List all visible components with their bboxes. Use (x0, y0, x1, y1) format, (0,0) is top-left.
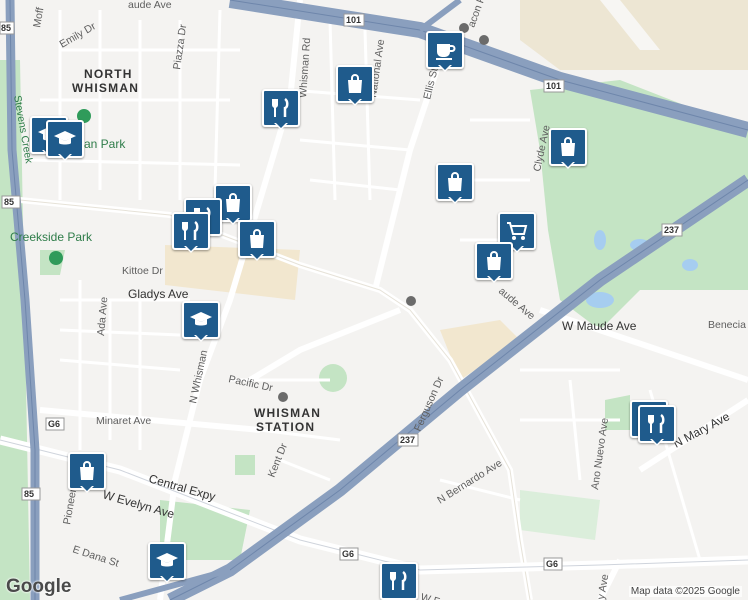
park-label-park: an Park (84, 137, 126, 151)
svg-text:E Dana St: E Dana St (71, 543, 120, 569)
shopping-bag-icon (348, 74, 362, 93)
shopping-pin-7[interactable] (68, 452, 106, 493)
svg-text:Ada Ave: Ada Ave (95, 296, 110, 336)
svg-text:Kittoe Dr: Kittoe Dr (122, 265, 163, 277)
svg-text:85: 85 (1, 23, 11, 33)
area-label-whisman: WHISMAN (72, 81, 139, 95)
svg-text:Moff: Moff (31, 6, 46, 28)
svg-text:G6: G6 (48, 419, 60, 429)
svg-text:237: 237 (664, 225, 679, 235)
svg-text:237: 237 (400, 435, 415, 445)
shopping-pin[interactable] (336, 65, 374, 106)
svg-text:acon Rd: acon Rd (466, 0, 491, 29)
svg-text:W Evelyn Ave: W Evelyn Ave (101, 487, 176, 521)
shopping-bag-icon (448, 172, 462, 191)
shopping-pin-6[interactable] (475, 242, 513, 283)
park-label-creekside: Creekside Park (10, 230, 93, 244)
school-icon (156, 553, 178, 567)
shopping-pin-5[interactable] (238, 220, 276, 261)
svg-text:85: 85 (24, 489, 34, 499)
svg-text:Pioneer: Pioneer (61, 487, 79, 525)
map-canvas[interactable]: 85 101 101 237 237 G6 G6 G6 85 85 NORTH … (0, 0, 748, 600)
svg-text:101: 101 (546, 81, 561, 91)
svg-text:Gladys Ave: Gladys Ave (128, 287, 189, 301)
svg-text:aude Ave: aude Ave (496, 285, 537, 322)
svg-text:G6: G6 (546, 559, 558, 569)
google-logo: Google (6, 576, 72, 597)
svg-text:aude Ave: aude Ave (128, 0, 172, 11)
svg-text:Benecia: Benecia (708, 319, 746, 331)
svg-text:Emily Dr: Emily Dr (58, 20, 99, 50)
svg-text:y Ave: y Ave (595, 573, 611, 600)
svg-text:W Fe: W Fe (419, 591, 447, 600)
school-pin-4[interactable] (148, 542, 186, 583)
svg-text:Piazza Dr: Piazza Dr (171, 23, 189, 70)
coffee-pin[interactable] (426, 31, 464, 72)
restaurant-icon (648, 413, 665, 433)
svg-text:Whisman Rd: Whisman Rd (297, 37, 313, 98)
shopping-pin-3[interactable] (436, 163, 474, 204)
shopping-bag-icon (80, 461, 94, 480)
restaurant-pin-5[interactable] (638, 405, 676, 446)
school-icon (190, 312, 212, 326)
map-attribution[interactable]: Map data ©2025 Google (628, 586, 742, 597)
svg-text:101: 101 (346, 15, 361, 25)
shopping-pin-2[interactable] (549, 128, 587, 169)
area-label-station: STATION (256, 420, 315, 434)
school-pin-2[interactable] (46, 120, 84, 161)
restaurant-pin-6[interactable] (380, 562, 418, 600)
svg-text:Kent Dr: Kent Dr (266, 441, 291, 479)
area-label-whisman-station: WHISMAN (254, 406, 321, 420)
restaurant-icon (182, 220, 199, 240)
restaurant-pin-3[interactable] (172, 212, 210, 253)
shopping-bag-icon (487, 251, 501, 270)
shopping-bag-icon (561, 137, 575, 156)
shopping-bag-icon (250, 229, 264, 248)
base-map: 85 101 101 237 237 G6 G6 G6 85 85 NORTH … (0, 0, 748, 600)
svg-text:W Maude Ave: W Maude Ave (562, 319, 637, 333)
school-pin-3[interactable] (182, 301, 220, 342)
svg-text:N Mary Ave: N Mary Ave (671, 409, 732, 451)
restaurant-icon (390, 570, 407, 590)
restaurant-pin[interactable] (262, 89, 300, 130)
restaurant-icon (272, 97, 289, 117)
shopping-bag-icon (226, 193, 240, 212)
svg-text:Ano Nuevo Ave: Ano Nuevo Ave (589, 417, 611, 490)
school-icon (54, 131, 76, 145)
svg-text:85: 85 (4, 197, 14, 207)
svg-text:N Whisman: N Whisman (187, 349, 210, 405)
area-label-north: NORTH (84, 67, 133, 81)
coffee-icon (436, 44, 456, 60)
shopping-cart-icon (507, 222, 528, 240)
svg-text:G6: G6 (342, 549, 354, 559)
svg-text:Minaret Ave: Minaret Ave (96, 415, 151, 427)
